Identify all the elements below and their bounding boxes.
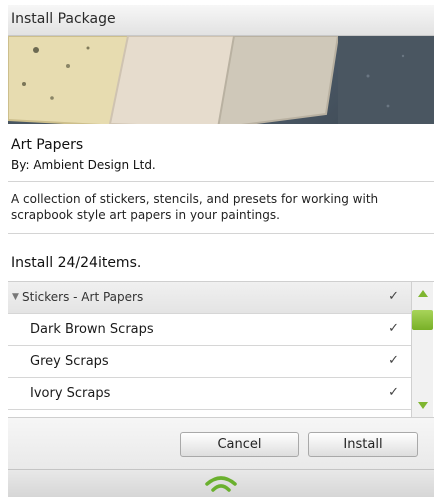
item-label: Dark Brown Scraps [30,322,154,337]
scroll-up-arrow-icon[interactable] [412,282,433,304]
group-label: Stickers - Art Papers [22,290,144,304]
scroll-thumb[interactable] [412,310,433,330]
package-items-list[interactable]: ▼ Stickers - Art Papers ✓ Dark Brown Scr… [8,281,434,418]
install-package-dialog: Install Package Art Papers By: Ambient D… [8,5,434,497]
status-bar [8,469,434,497]
checkmark-icon[interactable]: ✓ [388,385,399,400]
list-item[interactable]: Dark Brown Scraps ✓ [8,314,411,346]
divider [8,181,434,182]
list-item[interactable]: Grey Scraps ✓ [8,346,411,378]
package-banner-image [8,36,434,124]
item-label: Grey Scraps [30,354,109,369]
triangle-down-icon[interactable]: ▼ [12,292,19,302]
group-row-stickers[interactable]: ▼ Stickers - Art Papers ✓ [8,282,411,314]
title-bar: Install Package [8,5,434,36]
window-title: Install Package [11,11,116,27]
checkmark-icon[interactable]: ✓ [388,289,399,304]
scroll-down-arrow-icon[interactable] [412,396,433,418]
divider [8,233,434,234]
cancel-button[interactable]: Cancel [180,432,299,457]
dialog-footer: Cancel Install [8,417,434,469]
package-name: Art Papers [11,137,84,153]
install-button[interactable]: Install [308,432,418,457]
checkmark-icon[interactable]: ✓ [388,353,399,368]
wifi-activity-icon [205,476,237,492]
paper-swatches-illustration [8,36,434,124]
package-description: A collection of stickers, stencils, and … [11,192,379,222]
package-author: By: Ambient Design Ltd. [11,158,156,172]
item-label: Ivory Scraps [30,386,111,401]
checkmark-icon[interactable]: ✓ [388,321,399,336]
list-scrollbar[interactable] [411,282,433,418]
install-count-label: Install 24/24items. [11,255,142,271]
list-item[interactable]: Ivory Scraps ✓ [8,378,411,410]
